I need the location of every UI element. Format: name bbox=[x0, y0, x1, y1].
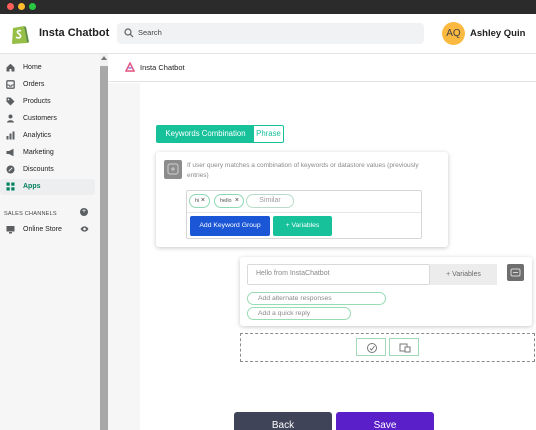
discount-icon bbox=[6, 165, 15, 174]
keywords-combination-tab[interactable]: Keywords Combination bbox=[157, 126, 254, 142]
breadcrumb: Insta Chatbot bbox=[108, 54, 536, 82]
match-type-toggle: Keywords Combination Phrase bbox=[156, 125, 284, 143]
sidebar-item-marketing[interactable]: Marketing bbox=[0, 145, 95, 161]
image-add-icon bbox=[399, 343, 411, 353]
sidebar-item-online-store[interactable]: Online Store bbox=[0, 222, 95, 238]
add-block-area bbox=[240, 333, 535, 362]
response-settings-icon[interactable] bbox=[507, 264, 524, 281]
keyword-card-icon bbox=[164, 160, 182, 179]
person-icon bbox=[7, 114, 14, 123]
keyword-tag[interactable]: hello × bbox=[214, 194, 244, 208]
search-placeholder: Search bbox=[138, 28, 162, 37]
keyword-tag-label: hello bbox=[220, 198, 232, 204]
shopify-logo-icon bbox=[12, 26, 29, 44]
add-channel-icon[interactable]: + bbox=[80, 208, 88, 216]
sidebar-scroll-thumb[interactable] bbox=[100, 66, 108, 430]
add-text-response-button[interactable] bbox=[356, 338, 386, 356]
user-name[interactable]: Ashley Quin bbox=[470, 28, 525, 39]
add-media-response-button[interactable] bbox=[389, 338, 419, 356]
close-window-button[interactable] bbox=[7, 3, 14, 10]
chart-icon bbox=[6, 131, 15, 140]
tags-divider bbox=[187, 212, 421, 213]
phrase-tab[interactable]: Phrase bbox=[254, 126, 283, 142]
search-icon bbox=[124, 28, 134, 38]
sidebar-item-label: Products bbox=[23, 98, 51, 105]
chat-bubble-icon bbox=[367, 343, 377, 353]
app-name: Insta Chatbot bbox=[39, 27, 110, 39]
home-icon bbox=[6, 63, 15, 72]
sidebar-item-apps[interactable]: Apps bbox=[0, 179, 95, 195]
megaphone-icon bbox=[6, 148, 14, 157]
settings-icon bbox=[510, 268, 521, 277]
sidebar-item-label: Customers bbox=[23, 115, 57, 122]
sidebar-item-label: Apps bbox=[23, 183, 41, 190]
response-text-value: Hello from InstaChatbot bbox=[256, 270, 330, 277]
sidebar-item-discounts[interactable]: Discounts bbox=[0, 162, 95, 178]
maximize-window-button[interactable] bbox=[29, 3, 36, 10]
sidebar-item-label: Discounts bbox=[23, 166, 54, 173]
sidebar-item-label: Orders bbox=[23, 81, 45, 88]
sidebar-item-label: Online Store bbox=[23, 226, 62, 233]
search-input[interactable]: Search bbox=[117, 23, 424, 44]
window-titlebar bbox=[0, 0, 536, 14]
sidebar: Home Orders Products Customers Analytics… bbox=[0, 54, 100, 430]
sidebar-item-label: Home bbox=[23, 64, 42, 71]
orders-icon bbox=[6, 80, 15, 89]
back-button[interactable]: Back bbox=[234, 412, 332, 430]
sidebar-item-customers[interactable]: Customers bbox=[0, 111, 95, 127]
keyword-tag[interactable]: hi × bbox=[189, 194, 210, 208]
apps-icon bbox=[6, 182, 15, 191]
add-keyword-group-button[interactable]: Add Keyword Group bbox=[190, 216, 270, 236]
similar-input[interactable]: Similar bbox=[246, 194, 294, 208]
add-quick-reply-link[interactable]: Add a quick reply bbox=[247, 307, 351, 320]
add-alternate-responses-link[interactable]: Add alternate responses bbox=[247, 292, 386, 305]
sidebar-item-analytics[interactable]: Analytics bbox=[0, 128, 95, 144]
keyword-hint-text: If user query matches a combination of k… bbox=[187, 162, 419, 179]
tag-icon bbox=[6, 97, 15, 106]
avatar[interactable]: AQ bbox=[442, 22, 465, 45]
scroll-up-arrow-icon[interactable] bbox=[101, 56, 107, 60]
response-variables-button[interactable]: + Variables bbox=[430, 264, 497, 285]
top-bar: Insta Chatbot Search AQ Ashley Quin bbox=[0, 14, 536, 54]
save-button[interactable]: Save bbox=[336, 412, 434, 430]
sidebar-item-orders[interactable]: Orders bbox=[0, 77, 95, 93]
chat-add-icon bbox=[167, 163, 179, 175]
store-icon bbox=[6, 226, 15, 234]
sales-channels-title: SALES CHANNELS bbox=[4, 211, 57, 217]
sidebar-item-products[interactable]: Products bbox=[0, 94, 95, 110]
variables-button[interactable]: + Variables bbox=[273, 216, 332, 236]
sidebar-item-home[interactable]: Home bbox=[0, 60, 95, 76]
minimize-window-button[interactable] bbox=[18, 3, 25, 10]
close-icon[interactable]: × bbox=[235, 195, 239, 207]
close-icon[interactable]: × bbox=[201, 195, 205, 207]
sidebar-item-label: Marketing bbox=[23, 149, 54, 156]
eye-icon[interactable] bbox=[80, 225, 89, 233]
breadcrumb-label[interactable]: Insta Chatbot bbox=[140, 63, 185, 72]
sidebar-item-label: Analytics bbox=[23, 132, 52, 139]
insta-chatbot-logo-icon bbox=[125, 62, 135, 72]
keyword-tag-label: hi bbox=[195, 198, 200, 204]
